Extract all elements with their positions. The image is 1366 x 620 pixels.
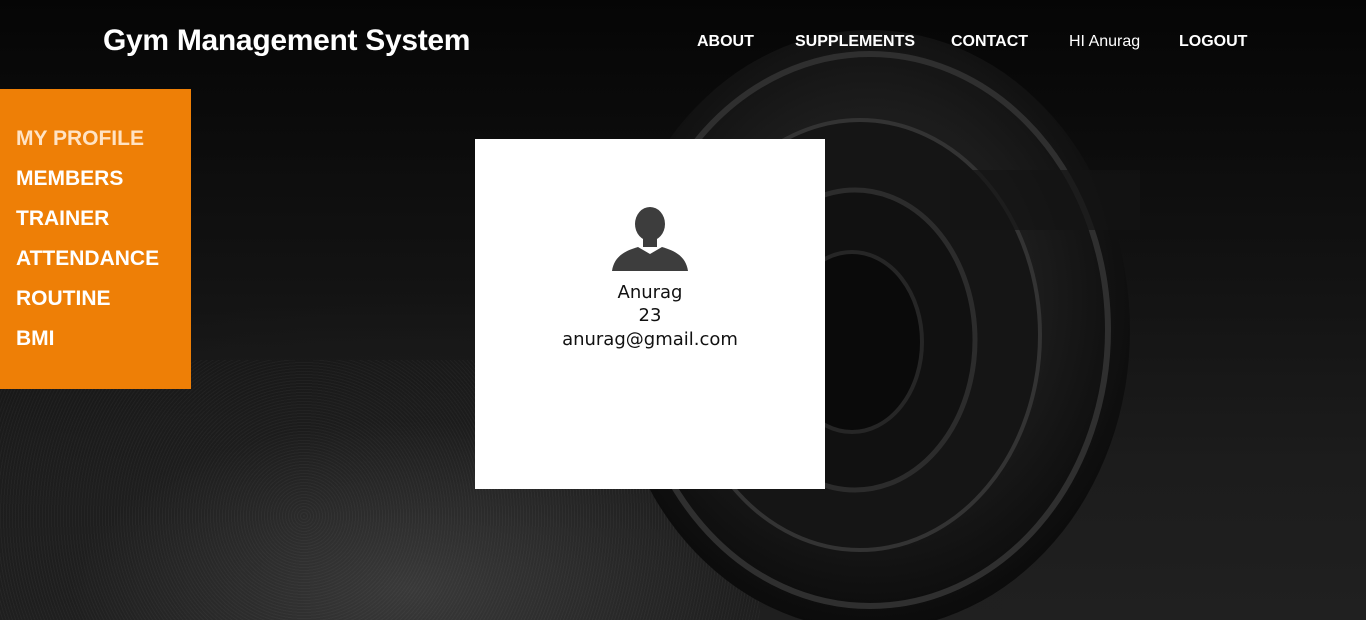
sidebar-item-attendance[interactable]: ATTENDANCE <box>16 247 159 271</box>
nav-supplements-link[interactable]: SUPPLEMENTS <box>795 33 915 51</box>
user-silhouette-icon <box>612 207 688 271</box>
profile-name: Anurag <box>617 282 683 303</box>
site-title[interactable]: Gym Management System <box>103 24 470 58</box>
sidebar-item-members[interactable]: MEMBERS <box>16 167 123 191</box>
profile-age: 23 <box>638 305 662 326</box>
sidebar-item-bmi[interactable]: BMI <box>16 327 55 351</box>
sidebar-item-routine[interactable]: ROUTINE <box>16 287 111 311</box>
profile-email: anurag@gmail.com <box>562 329 738 350</box>
nav-contact-link[interactable]: CONTACT <box>951 33 1028 51</box>
sidebar-item-my-profile[interactable]: MY PROFILE <box>16 127 144 151</box>
profile-card: Anurag 23 anurag@gmail.com <box>475 139 825 489</box>
sidebar-item-trainer[interactable]: TRAINER <box>16 207 109 231</box>
top-navigation-bar: Gym Management System ABOUT SUPPLEMENTS … <box>0 0 1366 86</box>
user-greeting-link[interactable]: HI Anurag <box>1069 33 1140 51</box>
sidebar-menu: MY PROFILE MEMBERS TRAINER ATTENDANCE RO… <box>0 89 191 389</box>
nav-about-link[interactable]: ABOUT <box>697 33 754 51</box>
nav-logout-link[interactable]: LOGOUT <box>1179 33 1247 51</box>
